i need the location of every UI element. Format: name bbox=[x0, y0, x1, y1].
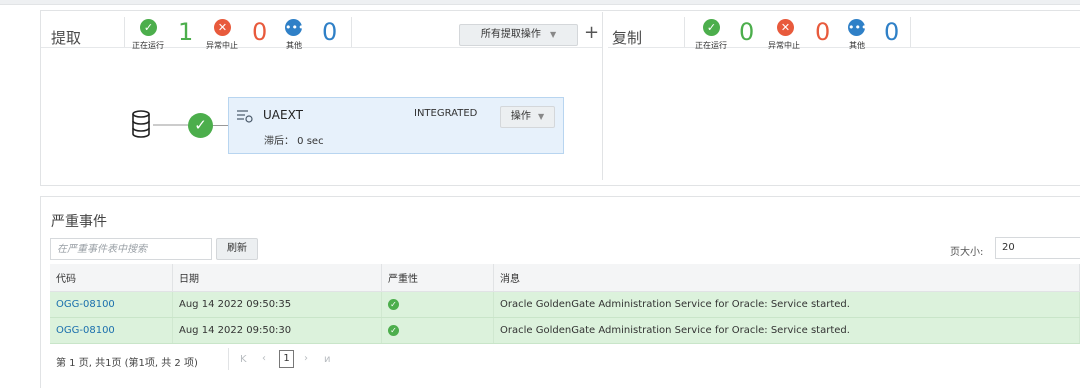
extract-status-check-icon: ✓ bbox=[188, 113, 213, 138]
header-divider bbox=[684, 17, 685, 47]
replicat-header-line bbox=[608, 47, 1080, 48]
extract-title: 提取 bbox=[51, 29, 82, 47]
last-page-icon[interactable]: ᴎ bbox=[324, 354, 331, 365]
replicat-abended-label: 异常中止 bbox=[768, 41, 800, 50]
event-severity: ✓ bbox=[381, 317, 494, 344]
success-check-icon: ✓ bbox=[388, 299, 399, 310]
extract-other-label: 其他 bbox=[286, 41, 302, 50]
connector-line bbox=[213, 125, 228, 126]
event-message: Oracle GoldenGate Administration Service… bbox=[493, 317, 1080, 344]
replicat-other-count[interactable]: 0 bbox=[884, 18, 899, 46]
other-more-icon: ••• bbox=[285, 19, 305, 36]
chevron-down-icon: ▼ bbox=[538, 112, 545, 121]
chevron-down-icon: ▼ bbox=[550, 30, 557, 39]
process-lag: 滞后： 0 sec bbox=[264, 136, 324, 147]
all-extract-ops-label: 所有提取操作 bbox=[480, 29, 541, 40]
events-table: 代码 日期 严重性 消息 OGG-08100 Aug 14 2022 09:50… bbox=[50, 264, 1080, 344]
replicat-running-label: 正在运行 bbox=[695, 41, 727, 50]
pager-summary: 第 1 页, 共1页 (第1项, 共 2 项) bbox=[56, 358, 198, 369]
replicat-running-count[interactable]: 0 bbox=[739, 18, 754, 46]
event-code-link[interactable]: OGG-08100 bbox=[50, 291, 173, 318]
extract-other-count[interactable]: 0 bbox=[322, 18, 337, 46]
current-page-button[interactable]: 1 bbox=[279, 350, 294, 368]
extract-abended-label: 异常中止 bbox=[206, 41, 238, 50]
running-check-icon: ✓ bbox=[703, 19, 720, 36]
extract-header-line bbox=[41, 47, 602, 48]
page-size-input[interactable]: 20 bbox=[995, 237, 1080, 259]
header-divider bbox=[910, 17, 911, 47]
pager-divider bbox=[228, 348, 229, 370]
header-divider bbox=[351, 17, 352, 47]
top-strip bbox=[0, 0, 1080, 5]
extract-abended-count[interactable]: 0 bbox=[252, 18, 267, 46]
event-date: Aug 14 2022 09:50:35 bbox=[172, 291, 382, 318]
table-header-row: 代码 日期 严重性 消息 bbox=[50, 264, 1080, 292]
abended-x-icon: ✕ bbox=[777, 19, 794, 36]
abended-x-icon: ✕ bbox=[214, 19, 231, 36]
refresh-button[interactable]: 刷新 bbox=[216, 238, 258, 260]
extract-running-label: 正在运行 bbox=[132, 41, 164, 50]
replicat-title: 复制 bbox=[612, 29, 643, 47]
process-actions-label: 操作 bbox=[510, 111, 531, 122]
column-header-date[interactable]: 日期 bbox=[172, 264, 382, 292]
header-divider bbox=[124, 17, 125, 47]
events-title: 严重事件 bbox=[51, 214, 107, 230]
all-extract-ops-dropdown[interactable]: 所有提取操作 ▼ bbox=[459, 24, 578, 46]
prev-page-icon[interactable]: ‹ bbox=[262, 353, 266, 364]
success-check-icon: ✓ bbox=[388, 325, 399, 336]
process-actions-dropdown[interactable]: 操作 ▼ bbox=[500, 106, 555, 128]
events-search-input[interactable] bbox=[50, 238, 212, 260]
extract-running-count[interactable]: 1 bbox=[178, 18, 193, 46]
event-date: Aug 14 2022 09:50:30 bbox=[172, 317, 382, 344]
running-check-icon: ✓ bbox=[140, 19, 157, 36]
event-code-link[interactable]: OGG-08100 bbox=[50, 317, 173, 344]
event-severity: ✓ bbox=[381, 291, 494, 318]
panel-divider bbox=[602, 12, 603, 180]
next-page-icon[interactable]: › bbox=[304, 353, 308, 364]
column-header-message[interactable]: 消息 bbox=[493, 264, 1080, 292]
page-size-label: 页大小: bbox=[950, 247, 984, 258]
table-row[interactable]: OGG-08100 Aug 14 2022 09:50:30 ✓ Oracle … bbox=[50, 317, 1080, 344]
add-extract-icon[interactable]: + bbox=[584, 22, 599, 43]
replicat-other-label: 其他 bbox=[849, 41, 865, 50]
process-settings-icon bbox=[237, 110, 253, 123]
column-header-code[interactable]: 代码 bbox=[50, 264, 173, 292]
other-more-icon: ••• bbox=[848, 19, 868, 36]
replicat-abended-count[interactable]: 0 bbox=[815, 18, 830, 46]
process-name[interactable]: UAEXT bbox=[263, 108, 303, 122]
first-page-icon[interactable]: K bbox=[240, 354, 247, 365]
table-row[interactable]: OGG-08100 Aug 14 2022 09:50:35 ✓ Oracle … bbox=[50, 291, 1080, 318]
event-message: Oracle GoldenGate Administration Service… bbox=[493, 291, 1080, 318]
column-header-severity[interactable]: 严重性 bbox=[381, 264, 494, 292]
database-icon bbox=[132, 110, 150, 138]
process-type: INTEGRATED bbox=[414, 108, 478, 119]
